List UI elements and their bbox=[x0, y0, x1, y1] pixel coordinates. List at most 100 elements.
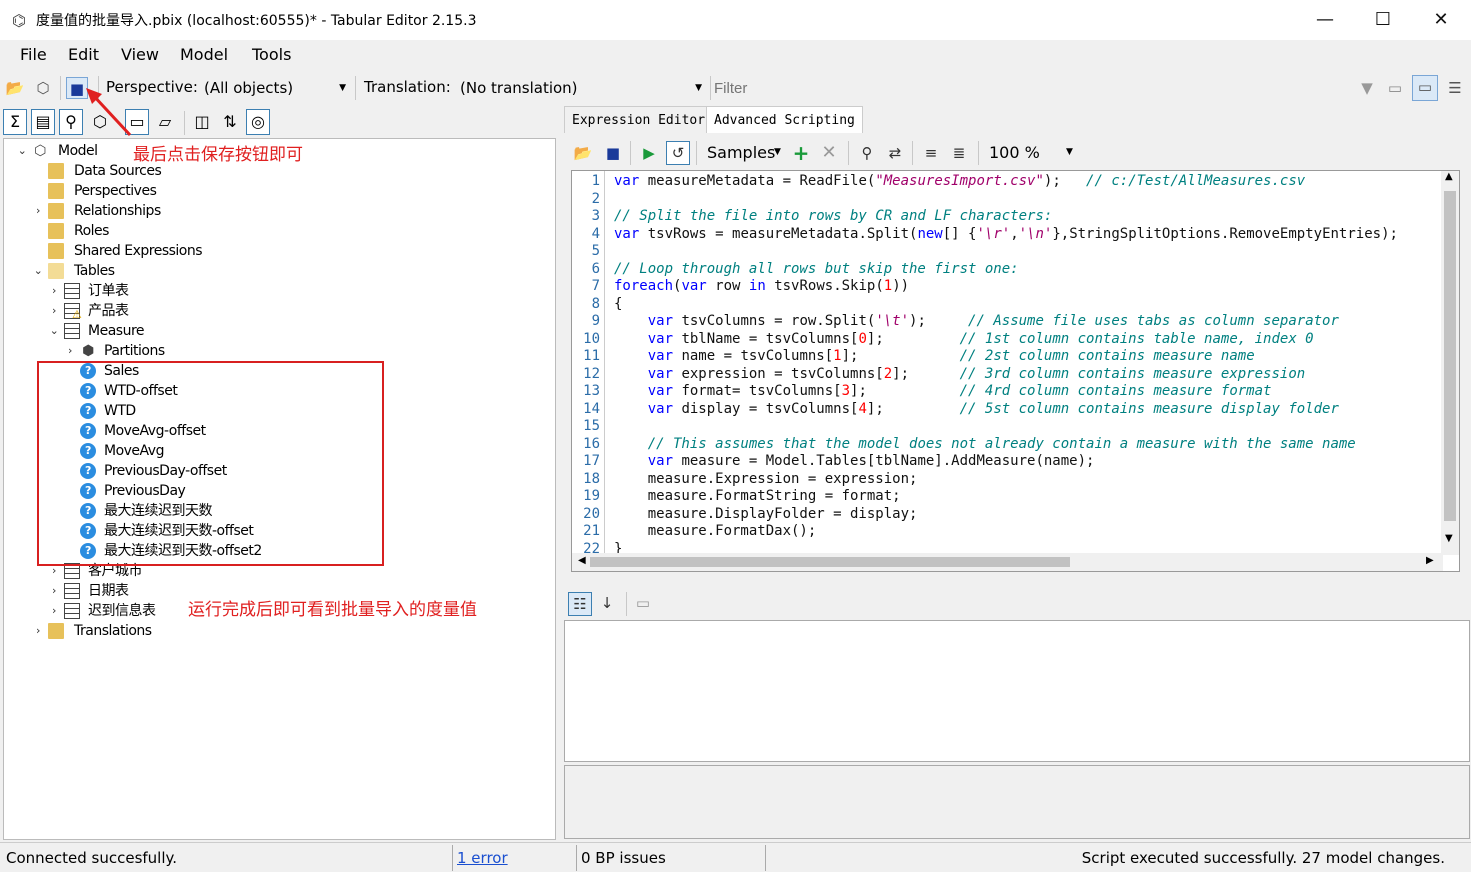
menu-file[interactable]: File bbox=[20, 45, 47, 64]
tree-node-label: Shared Expressions bbox=[74, 243, 203, 259]
status-message: Script executed successfully. 27 model c… bbox=[1081, 849, 1445, 867]
translation-select[interactable]: (No translation) ▼ bbox=[456, 75, 706, 101]
horizontal-scrollbar[interactable]: ◀ ▶ bbox=[572, 553, 1443, 571]
separator bbox=[848, 141, 849, 165]
tree-node-label: Tables bbox=[74, 263, 115, 279]
folder-icon bbox=[48, 163, 64, 179]
expand-icon[interactable]: › bbox=[48, 281, 60, 301]
code-line: var format= tsvColumns[3]; // 4rd column… bbox=[647, 383, 1272, 399]
add-icon[interactable]: + bbox=[790, 142, 812, 164]
separator bbox=[765, 845, 766, 871]
menu-tools[interactable]: Tools bbox=[252, 45, 291, 64]
property-description bbox=[564, 765, 1470, 839]
view-icon[interactable]: ▭ bbox=[1384, 77, 1406, 99]
calculated-table-icon bbox=[64, 583, 80, 599]
script-editor[interactable]: 1 2 3 4 5 6 7 8 9 10 11 12 13 14 15 16 17 18 19 20 21 22 var … bbox=[571, 170, 1460, 572]
maximize-button[interactable]: ☐ bbox=[1354, 0, 1412, 40]
tree-node-label: Measure bbox=[88, 323, 145, 339]
perspective-value: (All objects) bbox=[204, 79, 294, 97]
samples-dropdown[interactable]: Samples bbox=[707, 143, 775, 162]
menu-edit[interactable]: Edit bbox=[68, 45, 99, 64]
tree-node-label: 产品表 bbox=[88, 303, 129, 319]
title-bar: ⌬ 度量值的批量导入.pbix (localhost:60555)* - Tab… bbox=[0, 0, 1471, 40]
line-number: 19 bbox=[583, 488, 600, 504]
error-link[interactable]: 1 error bbox=[457, 849, 508, 867]
minimize-button[interactable]: — bbox=[1296, 0, 1354, 40]
hierarchy-filter-icon[interactable]: ⚲ bbox=[59, 109, 83, 135]
view-toggle-icon[interactable]: ▭ bbox=[1412, 75, 1438, 101]
separator bbox=[978, 141, 979, 165]
info-columns-icon[interactable]: ▱ bbox=[153, 109, 177, 135]
vertical-scrollbar[interactable]: ▲ ▼ bbox=[1441, 171, 1459, 555]
scrollbar-thumb[interactable] bbox=[590, 557, 1070, 567]
collapse-icon[interactable]: ⌄ bbox=[16, 141, 28, 161]
script-toolbar: 📂 ■ ▶ ↺ Samples ▼ + ✕ ⚲ ⇄ ≡ ≣ 100 % ▼ bbox=[568, 138, 1460, 168]
main-toolbar: 📂 ⬡ ■ Perspective: (All objects) ▼ Trans… bbox=[0, 72, 1471, 104]
line-number: 11 bbox=[583, 348, 600, 364]
collapse-icon[interactable]: ⌄ bbox=[32, 261, 44, 281]
property-grid[interactable] bbox=[564, 620, 1470, 762]
expand-icon[interactable]: › bbox=[48, 301, 60, 321]
column-filter-icon[interactable]: ▤ bbox=[31, 109, 55, 135]
list-view-icon[interactable]: ☰ bbox=[1444, 77, 1466, 99]
uncomment-icon[interactable]: ≣ bbox=[948, 142, 970, 164]
separator bbox=[696, 141, 697, 165]
translation-label: Translation: bbox=[364, 78, 451, 96]
display-folder-icon[interactable]: ◎ bbox=[246, 109, 270, 135]
scroll-down-icon[interactable]: ▼ bbox=[1445, 533, 1453, 544]
code-line: var tblName = tsvColumns[0]; // 1st colu… bbox=[647, 330, 1314, 347]
expand-icon[interactable]: › bbox=[64, 341, 76, 361]
code-line: measure.DisplayFolder = display; bbox=[614, 505, 918, 522]
menu-bar: File Edit View Model Tools bbox=[0, 40, 1471, 70]
replace-icon[interactable]: ⇄ bbox=[884, 142, 906, 164]
search-icon[interactable]: ⚲ bbox=[856, 142, 878, 164]
scrollbar-thumb[interactable] bbox=[1444, 191, 1456, 521]
highlight-box bbox=[37, 361, 384, 566]
open-script-icon[interactable]: 📂 bbox=[572, 142, 594, 164]
code-line: measure.FormatDax(); bbox=[614, 523, 817, 539]
deploy-icon[interactable]: ⬡ bbox=[32, 77, 54, 99]
code-line: measure.Expression = expression; bbox=[614, 470, 918, 487]
sort-alpha-icon[interactable]: ↓ bbox=[596, 592, 618, 614]
code-line: // This assumes that the model does not … bbox=[647, 435, 1356, 452]
menu-view[interactable]: View bbox=[121, 45, 159, 64]
sort-icon[interactable]: ⇅ bbox=[218, 109, 242, 135]
close-button[interactable]: ✕ bbox=[1412, 0, 1470, 40]
open-icon[interactable]: 📂 bbox=[4, 77, 26, 99]
menu-model[interactable]: Model bbox=[180, 45, 228, 64]
expand-icon[interactable]: › bbox=[48, 581, 60, 601]
perspective-select[interactable]: (All objects) ▼ bbox=[200, 75, 350, 101]
expand-icon[interactable]: › bbox=[32, 201, 44, 221]
separator bbox=[630, 141, 631, 165]
arrow-annotation bbox=[86, 88, 132, 137]
expand-icon[interactable]: › bbox=[48, 601, 60, 621]
filter-input[interactable] bbox=[714, 76, 1350, 100]
save-script-icon[interactable]: ■ bbox=[602, 142, 624, 164]
line-number: 6 bbox=[591, 260, 600, 277]
expand-icon[interactable]: › bbox=[32, 621, 44, 641]
tab-advanced-scripting[interactable]: Advanced Scripting bbox=[706, 106, 863, 133]
collapse-icon[interactable]: ⌄ bbox=[48, 321, 60, 341]
scroll-up-icon[interactable]: ▲ bbox=[1445, 171, 1453, 182]
line-number: 5 bbox=[591, 243, 600, 259]
property-toolbar: ☷ ↓ ▭ bbox=[564, 588, 764, 618]
measure-filter-icon[interactable]: Σ bbox=[3, 109, 27, 135]
filter-icon[interactable]: ▼ bbox=[1356, 77, 1378, 99]
comment-icon[interactable]: ≡ bbox=[920, 142, 942, 164]
separator bbox=[626, 592, 627, 616]
line-number: 20 bbox=[583, 505, 600, 522]
folder-icon bbox=[48, 223, 64, 239]
columns-icon[interactable]: ◫ bbox=[190, 109, 214, 135]
property-pages-icon[interactable]: ▭ bbox=[632, 592, 654, 614]
scroll-left-icon[interactable]: ◀ bbox=[578, 555, 586, 566]
tab-expression-editor[interactable]: Expression Editor bbox=[564, 106, 714, 133]
code-line: var tsvColumns = row.Split('\t'); // Ass… bbox=[647, 313, 1339, 329]
scroll-right-icon[interactable]: ▶ bbox=[1426, 555, 1434, 566]
run-icon[interactable]: ▶ bbox=[638, 142, 660, 164]
undo-icon[interactable]: ↺ bbox=[666, 141, 690, 165]
folder-icon bbox=[48, 623, 64, 639]
categorized-icon[interactable]: ☷ bbox=[568, 592, 592, 616]
zoom-select[interactable]: 100 % bbox=[989, 143, 1040, 162]
line-number: 1 bbox=[591, 173, 600, 189]
delete-icon[interactable]: ✕ bbox=[818, 142, 840, 164]
